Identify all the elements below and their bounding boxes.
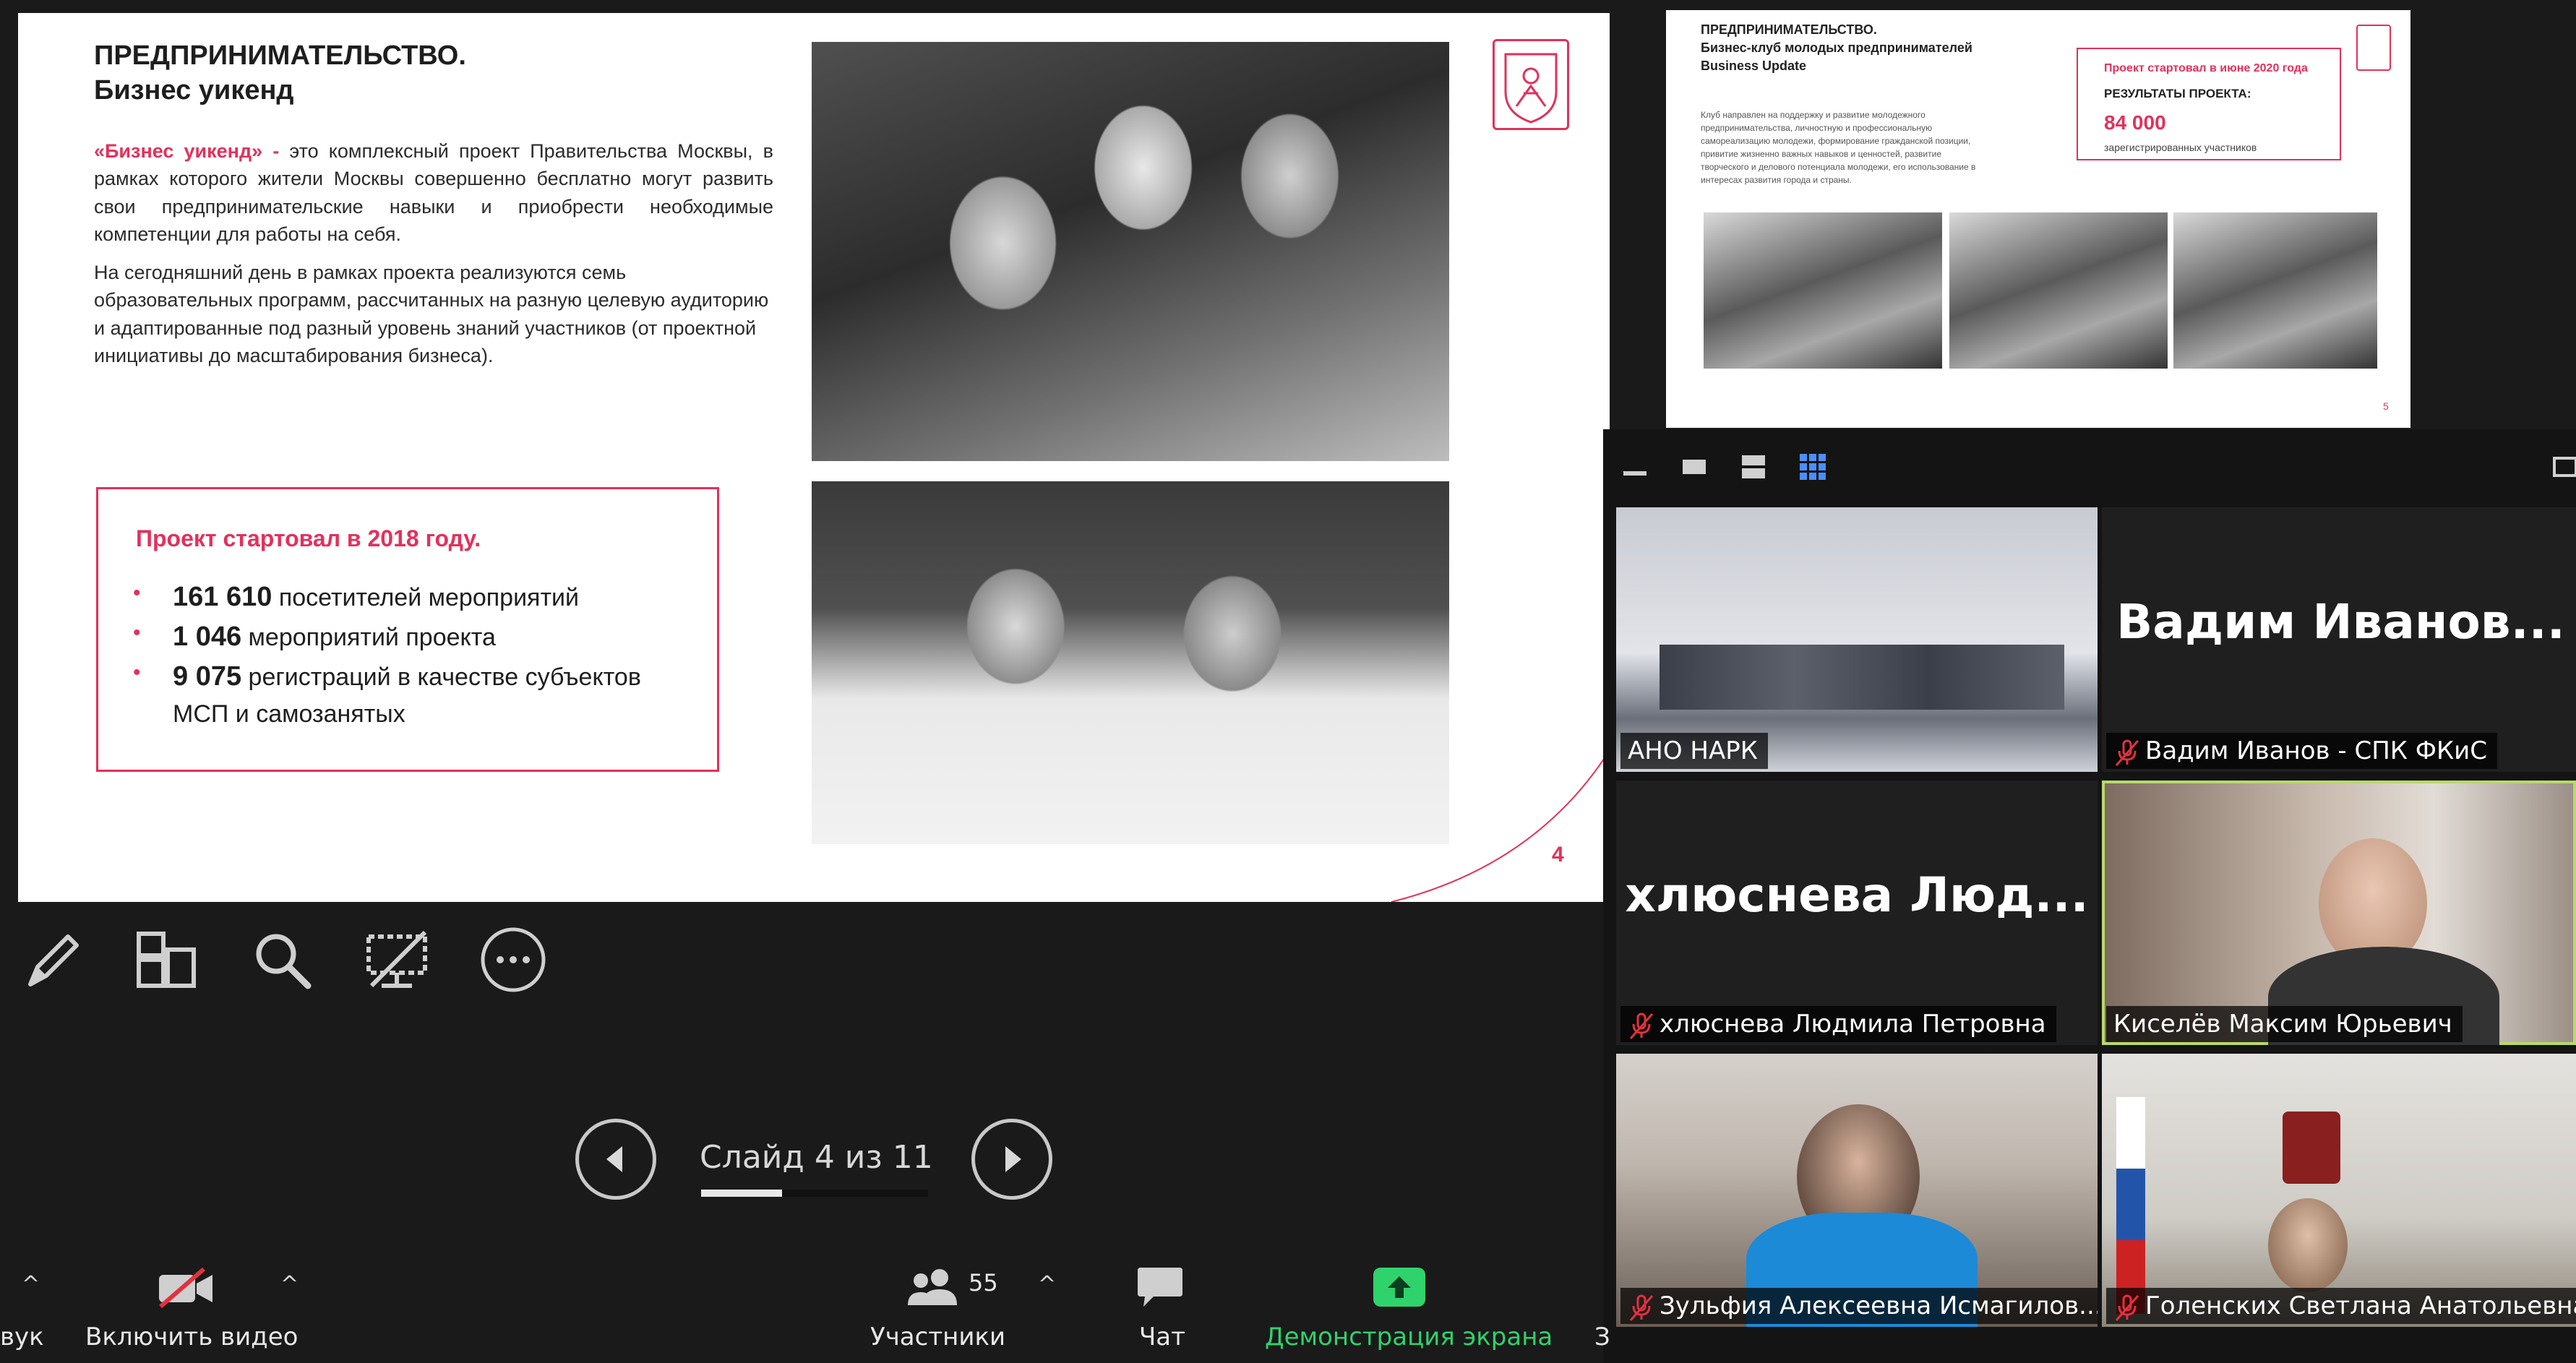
video-tile[interactable]: АНО НАРК <box>1616 507 2098 772</box>
start-video-button-label[interactable]: Включить видео <box>85 1323 298 1351</box>
previous-slide-button[interactable] <box>575 1119 656 1200</box>
participants-button-label[interactable]: Участники <box>870 1323 1005 1351</box>
slide2-photo-1 <box>1704 212 1942 369</box>
moscow-coat-of-arms-icon <box>2356 25 2391 71</box>
participants-count: 55 <box>969 1269 998 1297</box>
speaker-view-icon[interactable] <box>1738 451 1769 483</box>
layout-switch-icon[interactable] <box>130 924 202 996</box>
chevron-right-icon <box>1005 1146 1021 1172</box>
slide-paragraph-1: «Бизнес уикенд» - это комплексный проект… <box>94 137 773 248</box>
slide2-photo-3 <box>2173 212 2377 369</box>
muted-microphone-icon <box>2115 739 2139 766</box>
video-options-caret[interactable]: ^ <box>280 1272 299 1297</box>
participant-name-label: хлюснева Людмила Петровна <box>1620 1006 2056 1042</box>
slide-progress-fill <box>701 1190 782 1197</box>
participants-options-caret[interactable]: ^ <box>1038 1272 1056 1297</box>
participant-name-label: Вадим Иванов - СПК ФКиС <box>2106 733 2497 769</box>
slide-progress-bar <box>701 1190 928 1197</box>
participant-display-name: Вадим Иванов... <box>2116 594 2565 650</box>
video-tile-active-speaker[interactable]: Киселёв Максим Юрьевич <box>2102 781 2576 1045</box>
video-tile[interactable]: Зульфия Алексеевна Исмагилов... <box>1616 1054 2098 1327</box>
main-presentation-slide: ПРЕДПРИНИМАТЕЛЬСТВО. Бизнес уикенд «Бизн… <box>18 13 1610 902</box>
zoom-search-icon[interactable] <box>246 924 318 996</box>
results-heading: Проект стартовал в 2018 году. <box>136 525 481 551</box>
decorative-curve <box>1391 749 1610 902</box>
chevron-left-icon <box>606 1146 622 1172</box>
minimize-icon[interactable] <box>1619 451 1651 483</box>
gallery-view-icon[interactable] <box>1797 451 1829 483</box>
share-screen-button-label[interactable]: Демонстрация экрана <box>1265 1323 1553 1351</box>
participant-name-label: Киселёв Максим Юрьевич <box>2106 1006 2463 1042</box>
single-view-icon[interactable] <box>1678 451 1710 483</box>
moscow-coat-of-arms-icon <box>1493 39 1569 130</box>
slide-photo-group-meeting <box>812 42 1449 461</box>
slide-title: ПРЕДПРИНИМАТЕЛЬСТВО. Бизнес уикенд <box>94 40 466 106</box>
result-item: 161 610 посетителей мероприятий <box>133 577 693 617</box>
muted-microphone-icon <box>1629 1012 1654 1039</box>
video-gallery-panel: АНО НАРК Вадим Иванов... Вадим Иванов - … <box>1603 429 2576 1363</box>
slide-paragraph-2: На сегодняшний день в рамках проекта реа… <box>94 262 769 366</box>
muted-microphone-icon <box>1629 1294 1654 1321</box>
participants-icon[interactable] <box>906 1266 961 1307</box>
highlight-text: «Бизнес уикенд» - <box>94 140 280 162</box>
slide2-photo-2 <box>1949 212 2168 369</box>
audio-options-caret[interactable]: ^ <box>22 1272 40 1297</box>
participant-name-label: Зульфия Алексеевна Исмагилов... <box>1620 1288 2098 1324</box>
panel-expand-icon[interactable] <box>2550 451 2576 483</box>
slide2-body: Клуб направлен на поддержку и развитие м… <box>1701 110 1976 185</box>
video-off-icon[interactable] <box>156 1266 215 1310</box>
more-options-icon[interactable] <box>477 924 549 996</box>
secondary-slide-preview: ПРЕДПРИНИМАТЕЛЬСТВО. Бизнес-клуб молодых… <box>1666 10 2410 428</box>
result-item: 9 075 регистраций в качестве субъектов М… <box>133 657 693 732</box>
participant-video-feed <box>1660 645 2064 710</box>
results-list: 161 610 посетителей мероприятий 1 046 ме… <box>133 577 693 733</box>
slide2-results-box: Проект стартовал в июне 2020 года РЕЗУЛЬ… <box>2077 48 2341 160</box>
chat-button-label[interactable]: Чат <box>1139 1323 1185 1351</box>
slide-page-number: 4 <box>1552 843 1564 867</box>
video-tile[interactable]: хлюснева Люд... хлюснева Людмила Петровн… <box>1616 781 2098 1045</box>
slide2-page-number: 5 <box>2383 400 2389 412</box>
muted-microphone-icon <box>2115 1294 2139 1321</box>
audio-button-label[interactable]: вук <box>0 1323 44 1351</box>
slide2-title: ПРЕДПРИНИМАТЕЛЬСТВО. Бизнес-клуб молодых… <box>1701 22 1972 73</box>
flag-decoration <box>2116 1097 2145 1314</box>
video-tile[interactable]: Вадим Иванов... Вадим Иванов - СПК ФКиС <box>2102 507 2576 772</box>
result-item: 1 046 мероприятий проекта <box>133 617 693 657</box>
chat-icon[interactable] <box>1136 1265 1184 1310</box>
participant-name-label: Голенских Светлана Анатольевна <box>2106 1288 2576 1324</box>
more-button-label[interactable]: З <box>1594 1323 1610 1351</box>
video-tile[interactable]: Голенских Светлана Анатольевна <box>2102 1054 2576 1327</box>
annotate-pen-icon[interactable] <box>16 924 88 996</box>
slide-counter: Слайд 4 из 11 <box>700 1139 933 1176</box>
participant-name-label: АНО НАРК <box>1620 733 1768 769</box>
share-screen-icon[interactable] <box>1372 1266 1427 1308</box>
participant-display-name: хлюснева Люд... <box>1625 867 2089 923</box>
slide-photo-two-women <box>812 481 1449 844</box>
next-slide-button[interactable] <box>971 1119 1052 1200</box>
stop-screen-share-icon[interactable] <box>361 924 434 996</box>
results-box: Проект стартовал в 2018 году. 161 610 по… <box>96 487 719 772</box>
participant-video-feed <box>2268 1198 2348 1292</box>
